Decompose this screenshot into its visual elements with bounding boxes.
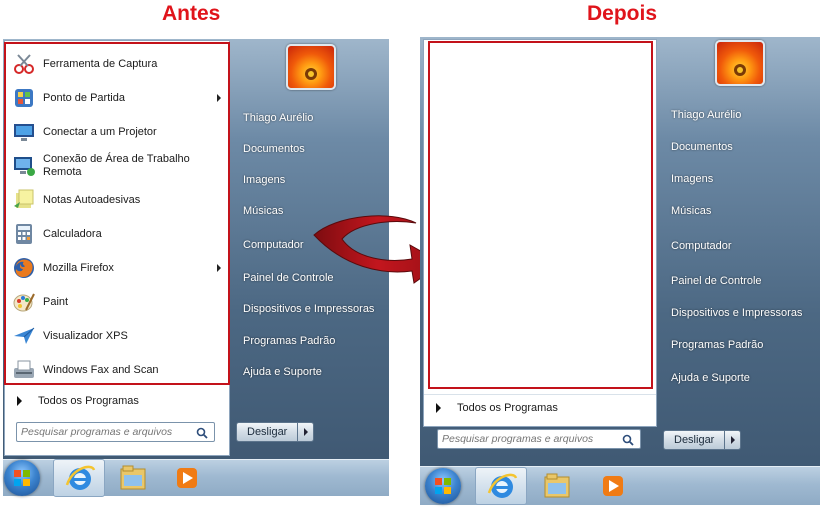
all-programs-button[interactable]: Todos os Programas — [17, 389, 139, 413]
windows-explorer-icon — [544, 473, 570, 498]
internet-explorer-icon — [487, 473, 518, 498]
link-programas-padrao[interactable]: Programas Padrão — [671, 339, 763, 351]
media-player-icon — [177, 468, 197, 488]
link-ajuda[interactable]: Ajuda e Suporte — [671, 372, 750, 384]
link-imagens[interactable]: Imagens — [671, 173, 713, 185]
link-user[interactable]: Thiago Aurélio — [671, 109, 741, 121]
shutdown-options-button[interactable] — [298, 422, 315, 442]
link-ajuda[interactable]: Ajuda e Suporte — [243, 366, 322, 378]
link-programas-padrao[interactable]: Programas Padrão — [243, 335, 335, 347]
shutdown-button[interactable]: Desligar — [236, 422, 299, 442]
search-icon[interactable] — [196, 426, 208, 444]
start-orb-icon[interactable] — [425, 468, 461, 504]
arrow-right-icon — [730, 436, 735, 444]
media-player-icon — [603, 476, 623, 496]
arrow-right-icon — [303, 428, 308, 436]
search-box[interactable] — [437, 429, 641, 449]
highlight-box — [4, 42, 230, 385]
taskbar-ie-button[interactable] — [475, 467, 527, 505]
all-programs-label: Todos os Programas — [38, 395, 139, 407]
flower-icon — [305, 68, 317, 80]
all-programs-label: Todos os Programas — [457, 402, 558, 414]
arrow-right-icon — [17, 396, 22, 406]
link-computador[interactable]: Computador — [671, 240, 732, 252]
taskbar-media-button[interactable] — [587, 467, 639, 505]
caption-after: Depois — [587, 2, 658, 25]
link-painel-de-controle[interactable]: Painel de Controle — [671, 275, 762, 287]
shutdown-options-button[interactable] — [725, 430, 742, 450]
user-avatar[interactable] — [715, 40, 765, 86]
link-dispositivos[interactable]: Dispositivos e Impressoras — [243, 303, 374, 315]
taskbar-ie-button[interactable] — [53, 459, 105, 497]
link-musicas[interactable]: Músicas — [243, 205, 283, 217]
search-input[interactable] — [438, 432, 606, 446]
taskbar-media-button[interactable] — [161, 459, 213, 497]
link-documentos[interactable]: Documentos — [243, 143, 305, 155]
shutdown-group: Desligar — [663, 430, 742, 450]
arrow-right-icon — [436, 403, 441, 413]
start-menu-after: Todos os Programas Thiago Aurélio Docume… — [420, 37, 820, 501]
link-user[interactable]: Thiago Aurélio — [243, 112, 313, 124]
link-imagens[interactable]: Imagens — [243, 174, 285, 186]
shutdown-group: Desligar — [236, 422, 315, 442]
caption-before: Antes — [162, 2, 221, 25]
user-avatar[interactable] — [286, 44, 336, 90]
link-musicas[interactable]: Músicas — [671, 205, 711, 217]
start-orb-icon[interactable] — [4, 460, 40, 496]
all-programs-button[interactable]: Todos os Programas — [436, 396, 558, 420]
windows-explorer-icon — [120, 465, 146, 490]
highlight-box — [428, 41, 653, 389]
taskbar-after — [420, 466, 820, 505]
link-dispositivos[interactable]: Dispositivos e Impressoras — [671, 307, 802, 319]
divider — [424, 394, 656, 395]
link-computador[interactable]: Computador — [243, 239, 304, 251]
flower-icon — [734, 64, 746, 76]
taskbar-explorer-button[interactable] — [531, 467, 583, 505]
taskbar-explorer-button[interactable] — [107, 459, 159, 497]
link-documentos[interactable]: Documentos — [671, 141, 733, 153]
shutdown-button[interactable]: Desligar — [663, 430, 726, 450]
search-icon[interactable] — [622, 433, 634, 451]
internet-explorer-icon — [65, 465, 96, 490]
taskbar-before — [3, 459, 389, 497]
search-input[interactable] — [17, 425, 181, 439]
search-box[interactable] — [16, 422, 215, 442]
